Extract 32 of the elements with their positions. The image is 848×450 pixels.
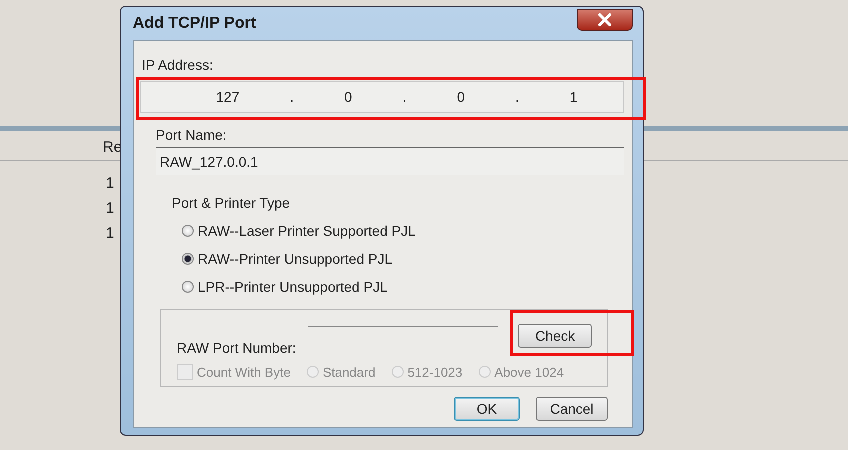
dialog-button[interactable]: Cancel [536, 397, 608, 421]
radio-label: Above 1024 [494, 364, 564, 380]
separator-text: . [402, 89, 407, 105]
radio-label: 512-1023 [408, 364, 463, 380]
port-name-field[interactable]: RAW_127.0.0.1 [156, 147, 624, 175]
separator-text: . [290, 89, 294, 105]
ip-address-field[interactable]: 127 . 0 . 0 . 1 [140, 81, 624, 113]
field-label: RAW Port Number: [177, 340, 296, 356]
octet-text: 1 [570, 89, 578, 105]
table-cell: 1 [106, 175, 114, 192]
radio-button[interactable] [182, 253, 194, 265]
field-label: IP Address: [142, 57, 214, 73]
radio-label: LPR--Printer Unsupported PJL [198, 279, 388, 295]
separator-text: . [515, 89, 520, 105]
field-label: Port Name: [156, 127, 228, 143]
radio-button[interactable] [182, 281, 194, 293]
radio-label: Standard [322, 364, 376, 380]
octet-text: 127 [216, 89, 240, 105]
window-title: Add TCP/IP Port [133, 14, 256, 32]
radio-label: RAW--Printer Unsupported PJL [198, 251, 393, 267]
dialog-button[interactable]: OK [454, 397, 520, 421]
radio-label: RAW--Laser Printer Supported PJL [198, 223, 416, 239]
radio-button[interactable] [182, 225, 194, 237]
table-cell: 1 [106, 225, 114, 242]
octet-text: 0 [457, 89, 465, 105]
check-button[interactable]: Check [518, 324, 592, 348]
group-label: Port & Printer Type [172, 195, 292, 211]
close-button[interactable] [577, 8, 633, 30]
close-icon [598, 12, 612, 26]
octet-text: 0 [344, 89, 352, 105]
table-cell: 1 [106, 200, 114, 217]
checkbox-label: Count With Byte [197, 364, 291, 380]
